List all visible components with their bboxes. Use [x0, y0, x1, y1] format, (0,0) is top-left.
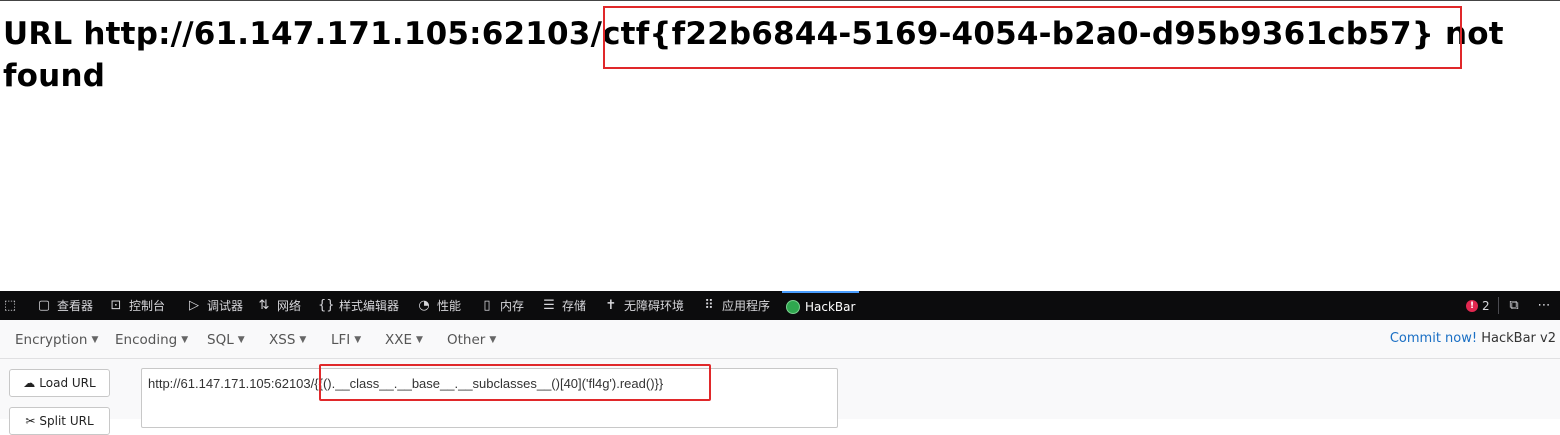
menu-label: Other — [447, 332, 486, 348]
tab-label: 控制台 — [129, 299, 166, 313]
menu-xxe[interactable]: XXE ▼ — [385, 329, 423, 351]
inspector-icon: ▢ — [37, 298, 51, 313]
tab-network[interactable]: ⇅ 网络 — [256, 291, 301, 320]
responsive-mode-button[interactable]: ⧉ — [1506, 291, 1522, 320]
caret-down-icon: ▼ — [416, 335, 423, 345]
tab-hackbar[interactable]: HackBar — [782, 291, 860, 320]
tab-style-editor[interactable]: {} 样式编辑器 — [318, 291, 399, 320]
application-icon: ⠿ — [704, 298, 714, 313]
tab-label: 网络 — [277, 299, 302, 313]
tab-console[interactable]: ⊡ 控制台 — [108, 291, 165, 320]
tab-performance[interactable]: ◔ 性能 — [416, 291, 461, 320]
picker-icon: ⬚ — [3, 298, 17, 313]
caret-down-icon: ▼ — [237, 335, 245, 345]
menu-lfi[interactable]: LFI ▼ — [331, 329, 361, 351]
tab-memory[interactable]: ▯ 内存 — [479, 291, 524, 320]
caret-down-icon: ▼ — [91, 335, 99, 345]
tab-label: 无障碍环境 — [624, 299, 685, 313]
menu-other[interactable]: Other ▼ — [447, 329, 496, 351]
more-icon: ⋯ — [1537, 298, 1551, 313]
caret-down-icon: ▼ — [299, 335, 307, 345]
menu-label: Encryption — [15, 332, 88, 348]
tab-label: 内存 — [500, 299, 525, 313]
tab-label: 应用程序 — [722, 299, 771, 313]
menu-encoding[interactable]: Encoding ▼ — [115, 329, 188, 351]
tab-debugger[interactable]: ▷ 调试器 — [186, 291, 243, 320]
button-label: Load URL — [39, 376, 96, 390]
hackbar-menu-bar: Encryption ▼ Encoding ▼ SQL ▼ XSS ▼ LFI ▼ XXE… — [0, 320, 1560, 359]
tab-storage[interactable]: ☰ 存储 — [541, 291, 586, 320]
menu-label: XSS — [269, 332, 296, 348]
hackbar-version: HackBar v2 — [1481, 331, 1556, 346]
hackbar-logo-icon — [786, 299, 800, 314]
tab-label: 性能 — [437, 299, 462, 313]
payload-highlight-box — [319, 364, 711, 401]
tab-label: HackBar — [805, 299, 856, 314]
memory-icon: ▯ — [483, 298, 491, 313]
accessibility-icon: ✝ — [605, 298, 617, 313]
caret-down-icon: ▼ — [489, 335, 497, 345]
error-count: 2 — [1482, 298, 1490, 313]
button-label: Split URL — [39, 414, 94, 428]
error-count-button[interactable]: ! 2 — [1466, 291, 1490, 320]
caret-down-icon: ▼ — [181, 335, 189, 345]
tab-accessibility[interactable]: ✝ 无障碍环境 — [603, 291, 684, 320]
page-content: URL http://61.147.171.105:62103/ctf{f22b… — [0, 0, 1560, 292]
devtools-toolbar: ⬚ ▢ 查看器 ⊡ 控制台 ▷ 调试器 ⇅ 网络 {} 样式编辑器 ◔ 性能 ▯… — [0, 291, 1560, 320]
network-icon: ⇅ — [258, 298, 270, 313]
hackbar-panel: Encryption ▼ Encoding ▼ SQL ▼ XSS ▼ LFI ▼ XXE… — [0, 320, 1560, 435]
tab-label: 存储 — [562, 299, 587, 313]
menu-xss[interactable]: XSS ▼ — [269, 329, 306, 351]
console-icon: ⊡ — [110, 298, 122, 313]
menu-sql[interactable]: SQL ▼ — [207, 329, 245, 351]
menu-label: LFI — [331, 332, 351, 348]
load-url-button[interactable]: ☁ Load URL — [9, 369, 110, 397]
debugger-icon: ▷ — [189, 298, 199, 313]
menu-encryption[interactable]: Encryption ▼ — [15, 329, 98, 351]
flag-highlight-box — [603, 6, 1462, 69]
scissors-icon: ✂ — [25, 414, 36, 428]
menu-label: Encoding — [115, 332, 178, 348]
responsive-design-icon: ⧉ — [1509, 298, 1519, 313]
menu-label: SQL — [207, 332, 234, 348]
element-picker-button[interactable]: ⬚ — [2, 291, 18, 320]
more-options-button[interactable]: ⋯ — [1536, 291, 1552, 320]
tab-label: 调试器 — [207, 299, 244, 313]
commit-notice: Commit now! HackBar v2 — [1390, 331, 1556, 346]
tab-label: 查看器 — [57, 299, 94, 313]
split-url-button[interactable]: ✂ Split URL — [9, 407, 110, 435]
tab-inspector[interactable]: ▢ 查看器 — [36, 291, 93, 320]
style-editor-icon: {} — [318, 298, 335, 313]
performance-icon: ◔ — [418, 298, 430, 313]
caret-down-icon: ▼ — [354, 335, 362, 345]
toolbar-separator — [1498, 297, 1499, 314]
error-icon: ! — [1466, 299, 1478, 312]
menu-label: XXE — [385, 332, 413, 348]
tab-application[interactable]: ⠿ 应用程序 — [701, 291, 770, 320]
storage-icon: ☰ — [543, 298, 555, 313]
commit-link[interactable]: Commit now! — [1390, 331, 1477, 346]
cloud-download-icon: ☁ — [23, 376, 36, 390]
tab-label: 样式编辑器 — [339, 299, 400, 313]
